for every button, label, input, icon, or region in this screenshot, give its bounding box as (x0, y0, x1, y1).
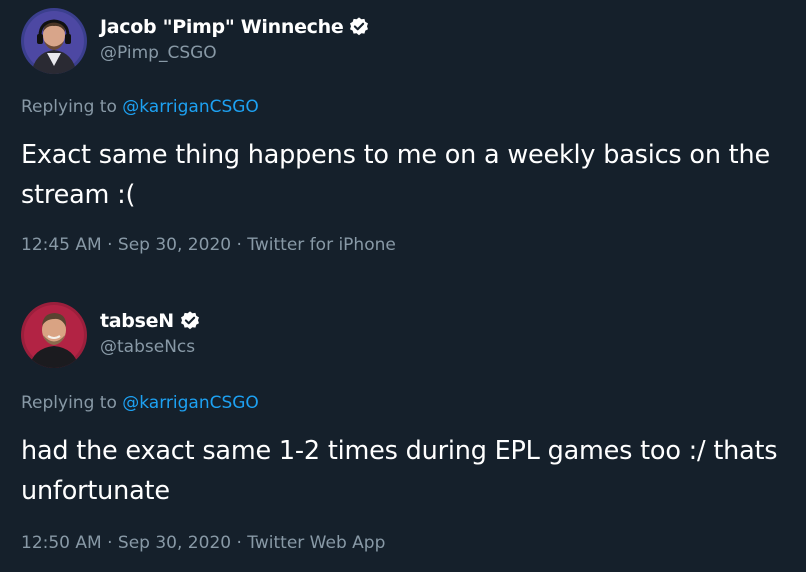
tweet: tabseN @tabseNcs Replying to @karriganCS… (0, 296, 806, 572)
meta-separator: · (231, 235, 248, 255)
reply-mention-link[interactable]: @karriganCSGO (122, 393, 259, 413)
replying-to-label: Replying to (21, 97, 123, 117)
tweet-date[interactable]: Sep 30, 2020 (118, 533, 231, 553)
display-name[interactable]: tabseN (100, 310, 174, 332)
avatar-image (21, 8, 87, 74)
tweet: Jacob "Pimp" Winneche @Pimp_CSGO Replyin… (0, 0, 806, 286)
tweet-metadata: 12:45 AM · Sep 30, 2020 · Twitter for iP… (21, 235, 396, 255)
avatar[interactable] (21, 302, 87, 368)
reply-mention-link[interactable]: @karriganCSGO (122, 97, 259, 117)
display-name[interactable]: Jacob "Pimp" Winneche (100, 16, 344, 38)
avatar[interactable] (21, 8, 87, 74)
author-handle[interactable]: @tabseNcs (100, 337, 195, 357)
meta-separator: · (231, 533, 248, 553)
author-handle[interactable]: @Pimp_CSGO (100, 43, 217, 63)
replying-to-line: Replying to @karriganCSGO (21, 97, 259, 117)
tweet-date[interactable]: Sep 30, 2020 (118, 235, 231, 255)
replying-to-label: Replying to (21, 393, 123, 413)
verified-badge-icon (179, 310, 201, 332)
verified-badge-icon (348, 16, 370, 38)
tweet-source[interactable]: Twitter for iPhone (247, 235, 396, 255)
replying-to-line: Replying to @karriganCSGO (21, 393, 259, 413)
author-name-row[interactable]: Jacob "Pimp" Winneche (100, 16, 370, 38)
tweet-source[interactable]: Twitter Web App (247, 533, 385, 553)
meta-separator: · (101, 235, 118, 255)
tweet-text: Exact same thing happens to me on a week… (21, 140, 770, 210)
tweet-time[interactable]: 12:50 AM (21, 533, 102, 553)
avatar-image (21, 302, 87, 368)
tweet-text: had the exact same 1-2 times during EPL … (21, 436, 778, 506)
tweet-time[interactable]: 12:45 AM (21, 235, 102, 255)
meta-separator: · (101, 533, 118, 553)
author-name-row[interactable]: tabseN (100, 310, 201, 332)
tweet-metadata: 12:50 AM · Sep 30, 2020 · Twitter Web Ap… (21, 533, 385, 553)
